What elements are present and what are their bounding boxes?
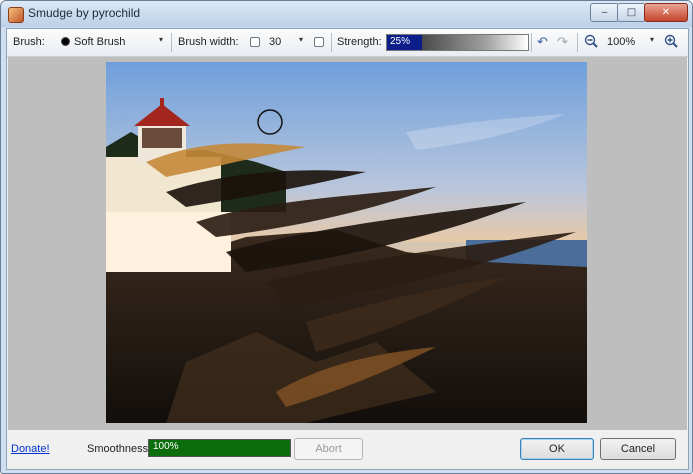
toolbar: Brush: Soft Brush ▾ Brush width: 30 ▾ St…: [7, 29, 688, 57]
title-bar[interactable]: Smudge by pyrochild ‒ □ ✕: [1, 1, 692, 27]
zoom-out-icon[interactable]: [584, 34, 598, 51]
brush-width-label: Brush width:: [178, 36, 239, 48]
zoom-in-icon[interactable]: [664, 34, 678, 51]
strength-label: Strength:: [337, 36, 382, 48]
abort-button[interactable]: Abort: [294, 438, 363, 460]
app-icon: [8, 7, 24, 23]
lighthouse-smudge-photo[interactable]: [106, 62, 587, 423]
brush-label: Brush:: [13, 36, 45, 48]
zoom-dropdown-icon[interactable]: ▾: [650, 35, 654, 44]
brush-width-dropdown-icon[interactable]: ▾: [299, 35, 303, 44]
canvas-area[interactable]: [8, 57, 687, 430]
toolbar-separator: [331, 33, 332, 52]
donate-link[interactable]: Donate!: [11, 443, 50, 455]
ok-button[interactable]: OK: [520, 438, 594, 460]
maximize-button[interactable]: □: [617, 3, 646, 22]
decrease-width-icon[interactable]: [250, 37, 260, 47]
brush-preview-icon: [61, 37, 70, 46]
brush-select[interactable]: Soft Brush: [74, 36, 125, 48]
toolbar-separator: [171, 33, 172, 52]
brush-dropdown-icon[interactable]: ▾: [159, 35, 163, 44]
zoom-select[interactable]: 100%: [607, 36, 635, 48]
dialog-body: Brush: Soft Brush ▾ Brush width: 30 ▾ St…: [6, 28, 689, 470]
smoothness-label: Smoothness:: [87, 443, 152, 455]
app-window: Smudge by pyrochild ‒ □ ✕ Brush: Soft Br…: [0, 0, 693, 474]
redo-icon[interactable]: ↷: [557, 34, 568, 50]
toolbar-separator: [577, 33, 578, 52]
undo-icon[interactable]: ↶: [537, 34, 548, 50]
brush-width-input[interactable]: 30: [269, 36, 281, 48]
bottom-bar: Donate! Smoothness: 100% Abort OK Cancel: [7, 430, 688, 468]
cancel-button[interactable]: Cancel: [600, 438, 676, 460]
strength-slider[interactable]: 25%: [386, 34, 529, 51]
window-title: Smudge by pyrochild: [28, 6, 141, 20]
strength-value: 25%: [390, 36, 411, 47]
smoothness-slider[interactable]: 100%: [148, 439, 291, 457]
toolbar-separator: [531, 33, 532, 52]
increase-width-icon[interactable]: [314, 37, 324, 47]
minimize-button[interactable]: ‒: [590, 3, 619, 22]
close-button[interactable]: ✕: [644, 3, 688, 22]
smoothness-value: 100%: [153, 441, 179, 452]
